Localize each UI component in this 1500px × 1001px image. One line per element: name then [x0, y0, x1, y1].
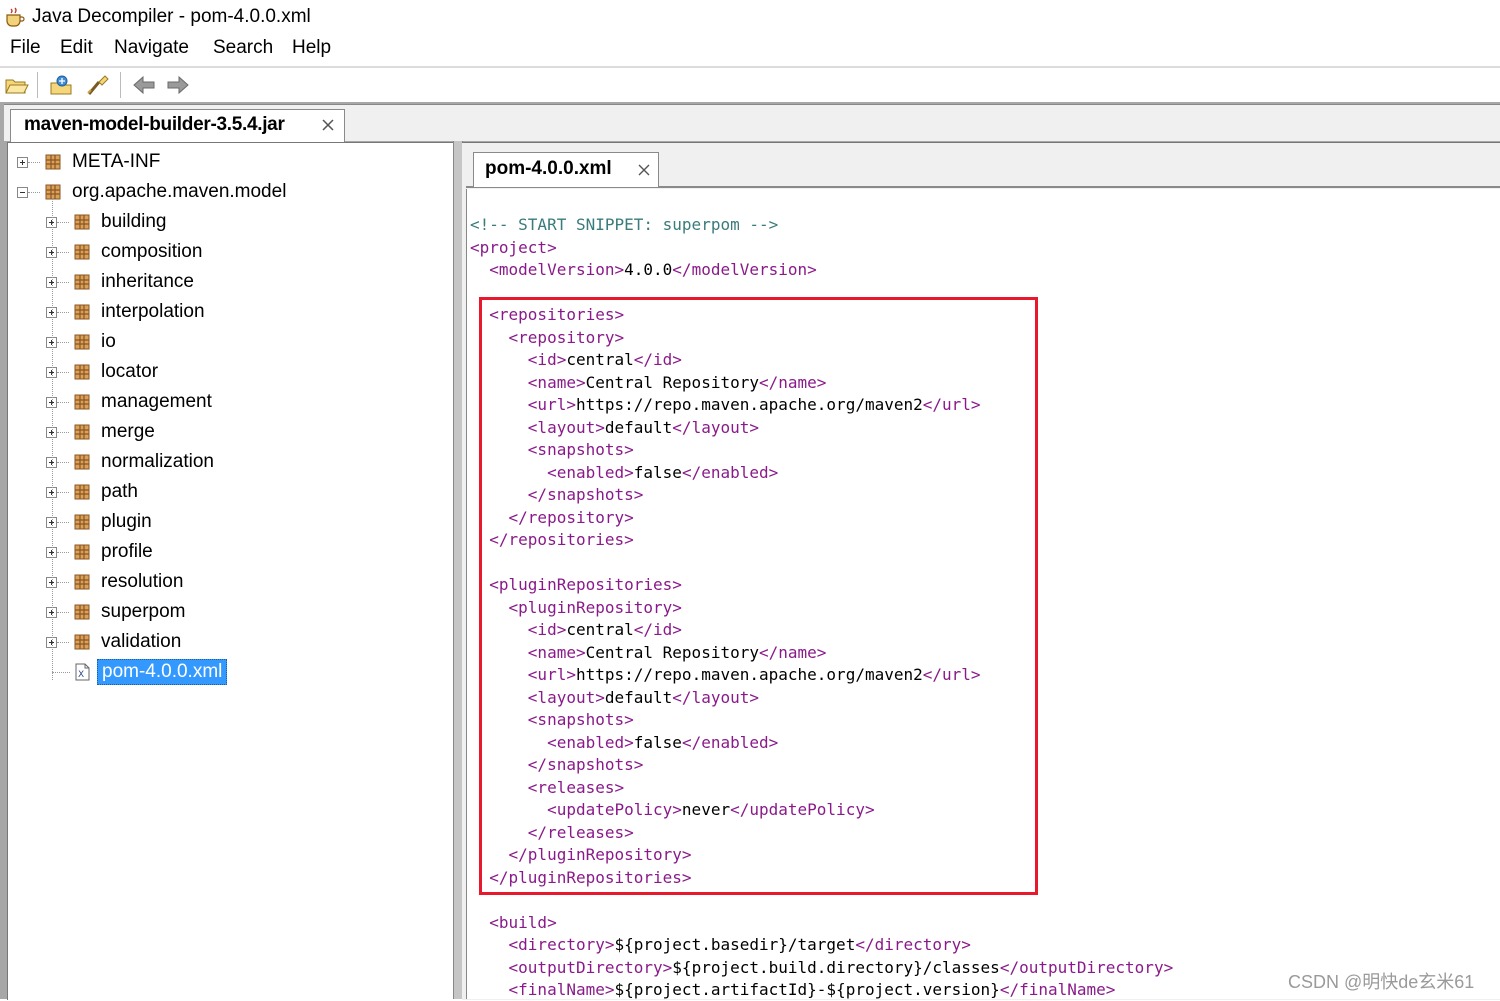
package-icon	[74, 424, 90, 440]
forward-button[interactable]	[164, 72, 192, 98]
tree-item-label[interactable]: composition	[101, 241, 202, 263]
tree-item-label[interactable]: validation	[101, 631, 181, 653]
tree-connector	[57, 252, 69, 253]
tree-connector	[57, 222, 69, 223]
tree-connector	[52, 198, 53, 680]
tree-item-label[interactable]: resolution	[101, 571, 183, 593]
code-line: <finalName>${project.artifactId}-${proje…	[508, 980, 1116, 999]
open-file-button[interactable]	[3, 72, 31, 98]
tree-item-label[interactable]: path	[101, 481, 138, 503]
open-type-button[interactable]	[48, 72, 76, 98]
title-bar: Java Decompiler - pom-4.0.0.xml	[0, 0, 1500, 34]
package-icon	[74, 634, 90, 650]
menu-edit[interactable]: Edit	[60, 37, 93, 59]
menu-help[interactable]: Help	[292, 37, 331, 59]
close-icon[interactable]	[636, 162, 652, 178]
back-arrow-icon	[133, 75, 155, 95]
code-line: <project>	[470, 237, 557, 257]
tree-connector	[57, 462, 69, 463]
tree-item-label[interactable]: merge	[101, 421, 155, 443]
tree-connector	[57, 522, 69, 523]
tree-connector	[52, 672, 70, 673]
open-file-icon	[5, 79, 29, 94]
tab-pom-xml[interactable]: pom-4.0.0.xml	[473, 152, 659, 187]
tree-connector	[57, 642, 69, 643]
menu-file[interactable]: File	[10, 37, 41, 59]
coffee-cup-icon	[6, 7, 25, 27]
tree-connector	[57, 492, 69, 493]
tree-connector	[57, 282, 69, 283]
search-icon	[87, 75, 109, 95]
jar-tab-label: maven-model-builder-3.5.4.jar	[24, 114, 285, 135]
package-icon	[45, 154, 61, 170]
package-icon	[74, 364, 90, 380]
tree-connector	[57, 582, 69, 583]
tree-connector	[57, 372, 69, 373]
package-icon	[74, 394, 90, 410]
code-line: <directory>${project.basedir}/target</di…	[508, 935, 971, 954]
tree-item-label[interactable]: building	[101, 211, 167, 233]
watermark: CSDN @明快de玄米61	[1288, 972, 1475, 992]
tree-item-label[interactable]: org.apache.maven.model	[72, 181, 286, 203]
search-button[interactable]	[84, 72, 112, 98]
menu-bar: File Edit Navigate Search Help	[0, 35, 1500, 65]
tree-connector	[28, 192, 40, 193]
back-button[interactable]	[130, 72, 158, 98]
open-type-icon	[50, 75, 72, 95]
code-line: <!-- START SNIPPET: superpom -->	[470, 215, 779, 234]
window-title: Java Decompiler - pom-4.0.0.xml	[32, 6, 311, 27]
xml-file-icon: X	[75, 663, 90, 681]
tree-connector	[57, 312, 69, 313]
highlight-box	[479, 297, 1038, 895]
tree-expander[interactable]	[17, 187, 28, 198]
package-icon	[45, 184, 61, 200]
tree-item-label[interactable]: inheritance	[101, 271, 194, 293]
package-icon	[74, 454, 90, 470]
close-icon[interactable]	[319, 116, 337, 134]
tree-connector	[57, 342, 69, 343]
tree-item-label[interactable]: profile	[101, 541, 153, 563]
package-icon	[74, 334, 90, 350]
toolbar	[0, 68, 1500, 102]
package-icon	[74, 274, 90, 290]
package-icon	[74, 604, 90, 620]
tree-item-label[interactable]: interpolation	[101, 301, 205, 323]
toolbar-separator	[120, 72, 121, 98]
package-icon	[74, 544, 90, 560]
tree-connector	[57, 612, 69, 613]
code-line: <modelVersion>4.0.0</modelVersion>	[489, 260, 817, 279]
tree-item-label[interactable]: management	[101, 391, 212, 413]
tree-item-label[interactable]: pom-4.0.0.xml	[97, 659, 228, 685]
tree-expander[interactable]	[17, 157, 28, 168]
tree-item-label[interactable]: superpom	[101, 601, 186, 623]
package-icon	[74, 484, 90, 500]
tree-item-label[interactable]: META-INF	[72, 151, 160, 173]
tree-connector	[57, 432, 69, 433]
package-icon	[74, 514, 90, 530]
package-icon	[74, 304, 90, 320]
forward-arrow-icon	[167, 75, 189, 95]
package-icon	[74, 244, 90, 260]
package-icon	[74, 574, 90, 590]
tree-connector	[57, 552, 69, 553]
menu-navigate[interactable]: Navigate	[114, 37, 189, 59]
toolbar-separator	[37, 72, 38, 98]
tree-item-label[interactable]: io	[101, 331, 116, 353]
tree-item-label[interactable]: locator	[101, 361, 158, 383]
tree-connector	[28, 162, 40, 163]
menu-search[interactable]: Search	[213, 37, 273, 59]
code-line: <build>	[489, 912, 557, 932]
package-tree	[7, 142, 454, 1000]
code-line: <outputDirectory>${project.build.directo…	[508, 957, 1174, 977]
tree-item-label[interactable]: plugin	[101, 511, 152, 533]
file-tab-label: pom-4.0.0.xml	[485, 158, 612, 179]
tree-item-label[interactable]: normalization	[101, 451, 214, 473]
tree-connector	[57, 402, 69, 403]
package-icon	[74, 214, 90, 230]
tab-jar[interactable]: maven-model-builder-3.5.4.jar	[10, 109, 345, 142]
svg-text:X: X	[78, 670, 84, 680]
